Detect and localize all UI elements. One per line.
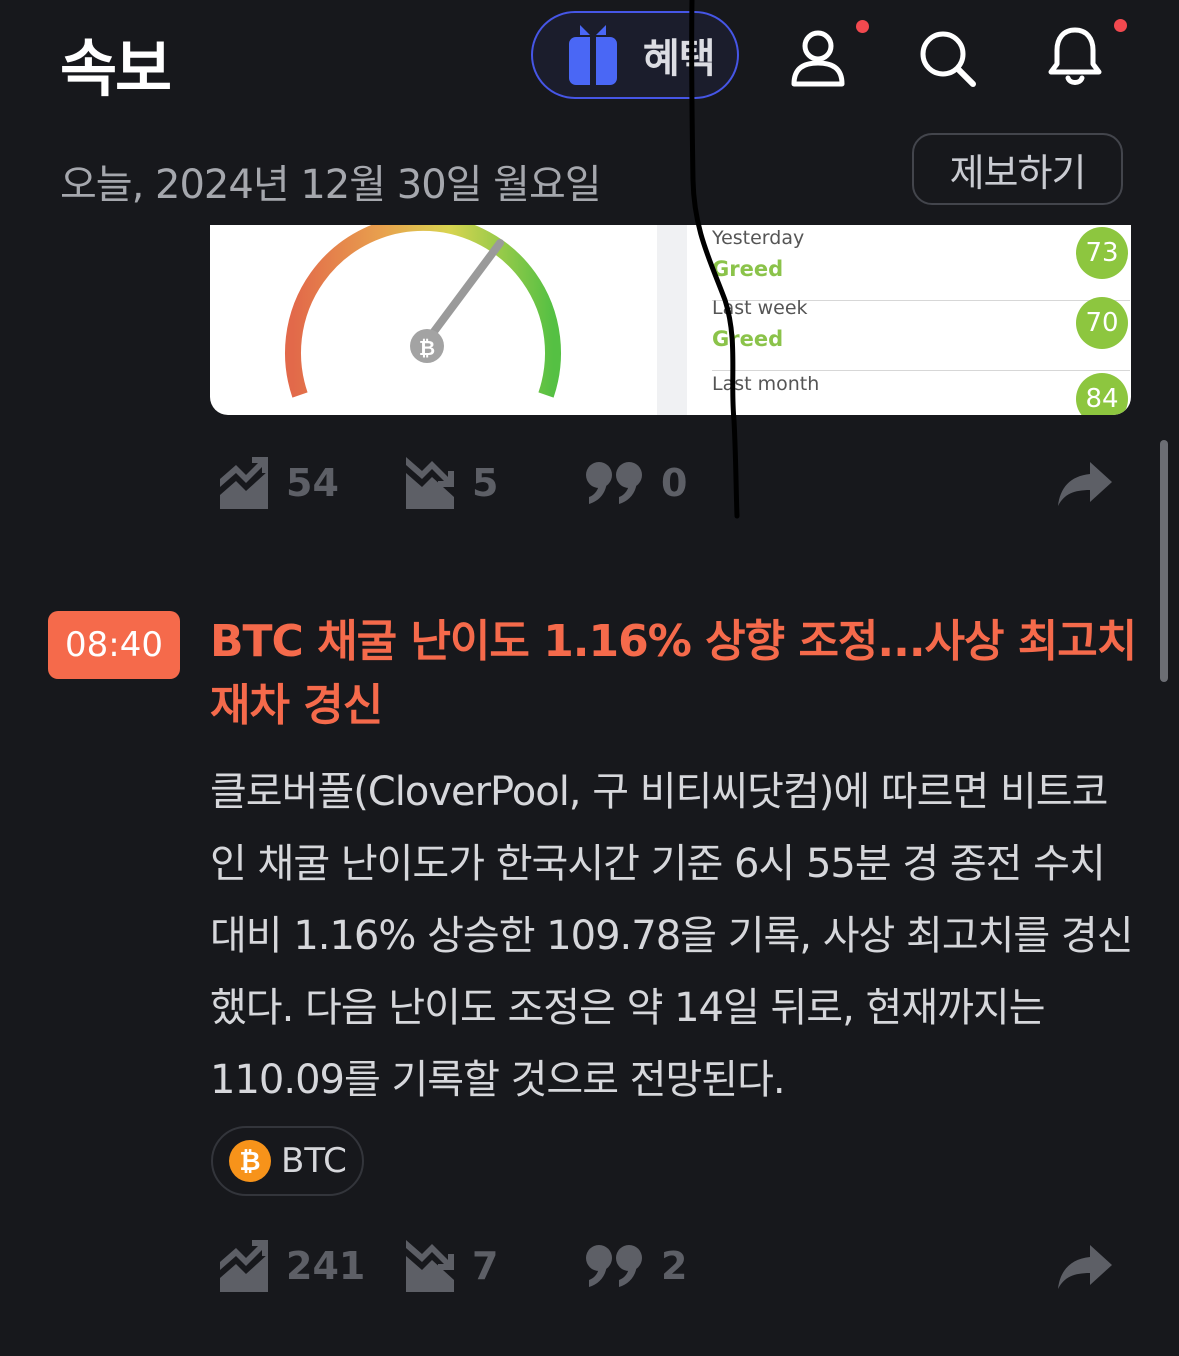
scrollbar[interactable] <box>1160 440 1168 682</box>
share-icon[interactable] <box>1056 460 1114 508</box>
bullish-button[interactable]: 241 <box>218 1238 365 1294</box>
user-icon[interactable] <box>786 26 850 90</box>
news-headline[interactable]: BTC 채굴 난이도 1.16% 상향 조정...사상 최고치 재차 경신 <box>210 610 1140 738</box>
bitcoin-icon: ₿ <box>229 1140 271 1182</box>
bearish-button[interactable]: 5 <box>404 455 498 511</box>
comments-count: 0 <box>661 461 688 505</box>
svg-text:₿: ₿ <box>419 336 435 360</box>
date-heading: 오늘, 2024년 12월 30일 월요일 <box>60 162 602 208</box>
trend-up-icon <box>220 1240 268 1292</box>
fg-score: 73 <box>1076 227 1128 279</box>
comments-count: 2 <box>661 1244 688 1288</box>
report-button[interactable]: 제보하기 <box>912 133 1123 205</box>
search-icon[interactable] <box>915 26 979 90</box>
time-badge: 08:40 <box>48 611 180 679</box>
quote-icon <box>586 1245 642 1287</box>
user-notification-dot <box>856 20 869 33</box>
bullish-count: 54 <box>286 461 339 505</box>
bearish-button[interactable]: 7 <box>404 1238 498 1294</box>
bullish-button[interactable]: 54 <box>218 455 339 511</box>
fear-greed-gauge: ₿ <box>285 225 561 398</box>
coin-tag-label: BTC <box>281 1141 347 1181</box>
trend-down-icon <box>406 1240 454 1292</box>
fg-score: 84 <box>1076 373 1128 415</box>
hand-drawn-line <box>689 0 740 519</box>
fg-row-last-week: Last week Greed 70 <box>712 295 1130 371</box>
bell-icon[interactable] <box>1043 24 1107 88</box>
bell-notification-dot <box>1114 19 1127 32</box>
comments-button[interactable]: 0 <box>585 461 687 505</box>
share-icon[interactable] <box>1056 1243 1114 1291</box>
bullish-count: 241 <box>286 1244 366 1288</box>
coin-tag-btc[interactable]: ₿ BTC <box>211 1126 364 1196</box>
trend-down-icon <box>406 457 454 509</box>
trend-up-icon <box>220 457 268 509</box>
fg-score: 70 <box>1076 297 1128 349</box>
page-title: 속보 <box>60 32 172 105</box>
fg-row-last-month: Last month 84 <box>712 371 1128 415</box>
gift-icon <box>569 25 617 85</box>
fg-row-yesterday: Yesterday Greed 73 <box>712 225 1130 301</box>
comments-button[interactable]: 2 <box>585 1244 687 1288</box>
news-body: 클로버풀(CloverPool, 구 비티씨닷컴)에 따르면 비트코인 채굴 난… <box>210 769 1134 1103</box>
bearish-count: 5 <box>472 461 499 505</box>
bearish-count: 7 <box>472 1244 499 1288</box>
quote-icon <box>586 462 642 504</box>
fear-greed-image[interactable]: ₿ Yesterday Greed 73 Last week Greed 70 … <box>210 225 1131 415</box>
